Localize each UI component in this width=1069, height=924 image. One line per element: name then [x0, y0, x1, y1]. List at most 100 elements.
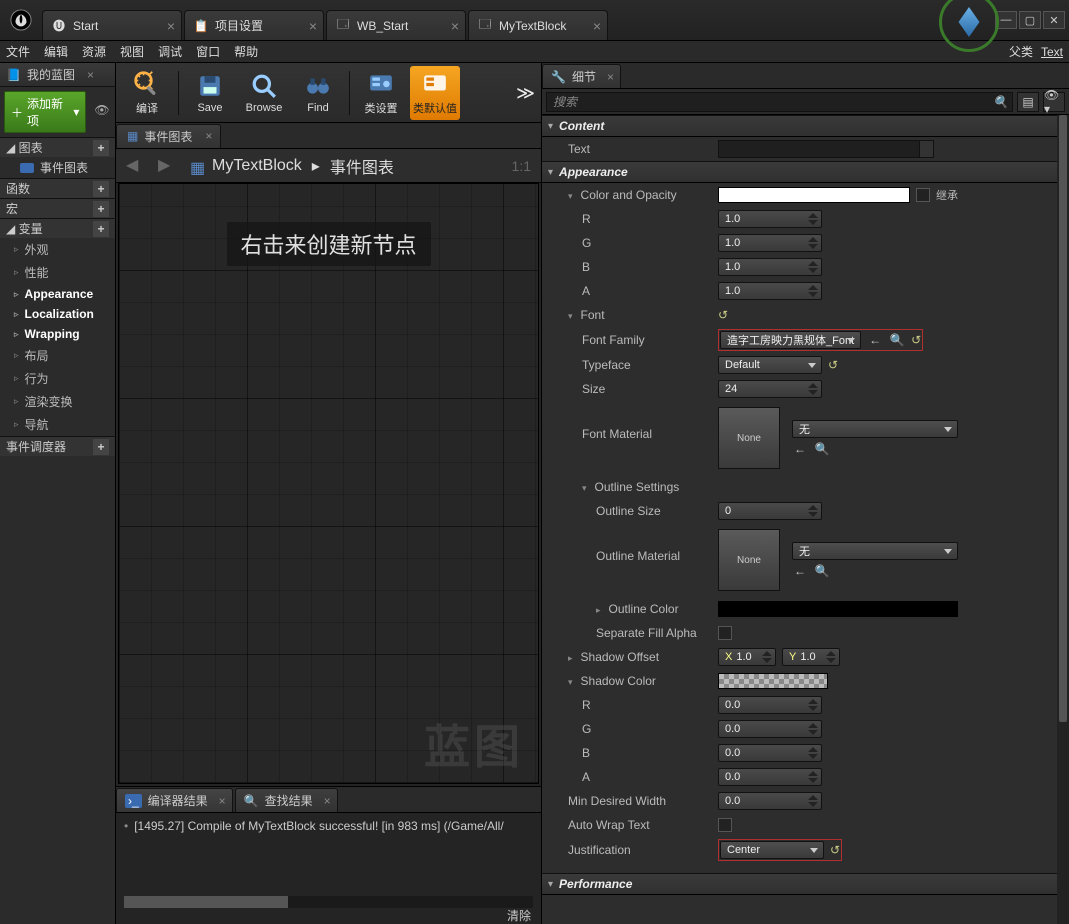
close-icon[interactable]: ×: [205, 129, 212, 143]
spinbox-r[interactable]: 1.0: [718, 210, 822, 228]
log-entry[interactable]: •[1495.27] Compile of MyTextBlock succes…: [124, 819, 533, 833]
tab-start[interactable]: 🅤 Start ×: [42, 10, 182, 40]
vertical-scrollbar[interactable]: [1057, 115, 1069, 924]
material-dropdown[interactable]: 无: [792, 542, 958, 560]
prop-label[interactable]: Font: [548, 308, 718, 322]
event-graph-canvas[interactable]: 右击来创建新节点 蓝图: [118, 183, 539, 784]
menu-asset[interactable]: 资源: [82, 43, 106, 60]
reset-icon[interactable]: ↺: [830, 843, 840, 857]
checkbox[interactable]: [718, 818, 732, 832]
maximize-button[interactable]: ▢: [1019, 11, 1041, 29]
var-item[interactable]: 性能: [0, 261, 115, 284]
prop-label[interactable]: Outline Settings: [548, 480, 718, 494]
category-macros[interactable]: 宏 +: [0, 198, 115, 218]
spinbox-size[interactable]: 24: [718, 380, 822, 398]
magnifier-icon[interactable]: 🔍: [814, 564, 830, 578]
spinbox-y[interactable]: Y1.0: [782, 648, 840, 666]
dropdown-arrow-icon[interactable]: [919, 141, 933, 157]
close-icon[interactable]: ×: [309, 18, 317, 34]
var-item[interactable]: Appearance: [0, 284, 115, 304]
scrollbar-thumb[interactable]: [1059, 115, 1067, 722]
menu-file[interactable]: 文件: [6, 43, 30, 60]
spinbox-b[interactable]: 1.0: [718, 258, 822, 276]
graph-tab-event-graph[interactable]: ▦ 事件图表 ×: [116, 124, 221, 148]
toolbar-overflow-button[interactable]: ≫: [516, 83, 535, 104]
var-item[interactable]: 布局: [0, 344, 115, 367]
find-button[interactable]: Find: [293, 66, 343, 120]
spinbox-g[interactable]: 1.0: [718, 234, 822, 252]
var-item[interactable]: 行为: [0, 367, 115, 390]
close-icon[interactable]: ×: [451, 18, 459, 34]
nav-forward-button[interactable]: ▶: [158, 155, 180, 177]
prop-label[interactable]: Outline Color: [548, 602, 718, 616]
material-thumbnail[interactable]: None: [718, 407, 780, 469]
prop-label[interactable]: Shadow Offset: [548, 650, 718, 664]
close-icon[interactable]: ×: [607, 70, 614, 84]
add-function-button[interactable]: +: [93, 181, 109, 197]
var-item[interactable]: Localization: [0, 304, 115, 324]
class-defaults-button[interactable]: 类默认值: [410, 66, 460, 120]
close-icon[interactable]: ×: [167, 18, 175, 34]
justification-dropdown[interactable]: Center: [720, 841, 824, 859]
category-graphs[interactable]: ◢ 图表 +: [0, 137, 115, 157]
color-swatch[interactable]: [718, 673, 828, 689]
compile-button[interactable]: 编译: [122, 66, 172, 120]
spinbox-min-width[interactable]: 0.0: [718, 792, 822, 810]
close-button[interactable]: ✕: [1043, 11, 1065, 29]
menu-help[interactable]: 帮助: [234, 43, 258, 60]
menu-view[interactable]: 视图: [120, 43, 144, 60]
text-input[interactable]: [718, 140, 934, 158]
close-icon[interactable]: ×: [87, 68, 94, 82]
class-settings-button[interactable]: 类设置: [356, 66, 406, 120]
reset-icon[interactable]: ↺: [718, 308, 728, 322]
spinbox-r[interactable]: 0.0: [718, 696, 822, 714]
close-icon[interactable]: ×: [324, 794, 331, 808]
tree-item-event-graph[interactable]: 事件图表: [0, 157, 115, 178]
crumb-leaf[interactable]: 事件图表: [330, 154, 394, 178]
nav-back-icon[interactable]: ←: [792, 564, 808, 578]
tab-project-settings[interactable]: 📋 项目设置 ×: [184, 10, 324, 40]
spinbox-b[interactable]: 0.0: [718, 744, 822, 762]
section-performance[interactable]: Performance: [542, 873, 1069, 895]
tab-wb-start[interactable]: 🗔 WB_Start ×: [326, 10, 466, 40]
prop-label[interactable]: Shadow Color: [548, 674, 718, 688]
spinbox-a[interactable]: 1.0: [718, 282, 822, 300]
section-content[interactable]: Content: [542, 115, 1069, 137]
var-item[interactable]: 渲染变换: [0, 390, 115, 413]
category-variables[interactable]: ◢ 变量 +: [0, 218, 115, 238]
parent-class-link[interactable]: Text: [1041, 45, 1063, 59]
add-variable-button[interactable]: +: [93, 221, 109, 237]
add-macro-button[interactable]: +: [93, 201, 109, 217]
nav-back-icon[interactable]: ←: [867, 333, 883, 347]
material-dropdown[interactable]: 无: [792, 420, 958, 438]
category-dispatchers[interactable]: 事件调度器 +: [0, 436, 115, 456]
var-item[interactable]: 外观: [0, 238, 115, 261]
spinbox-a[interactable]: 0.0: [718, 768, 822, 786]
menu-window[interactable]: 窗口: [196, 43, 220, 60]
tab-find-results[interactable]: 🔍 查找结果 ×: [235, 788, 338, 812]
spinbox-outline-size[interactable]: 0: [718, 502, 822, 520]
view-options-button[interactable]: 👁▾: [1043, 92, 1065, 112]
inherit-checkbox[interactable]: [916, 188, 930, 202]
typeface-dropdown[interactable]: Default: [718, 356, 822, 374]
prop-label[interactable]: Color and Opacity: [548, 188, 718, 202]
property-matrix-button[interactable]: ▤: [1017, 92, 1039, 112]
tab-compiler-results[interactable]: ›_ 编译器结果 ×: [116, 788, 233, 812]
material-thumbnail[interactable]: None: [718, 529, 780, 591]
nav-back-icon[interactable]: ←: [792, 442, 808, 456]
close-icon[interactable]: ×: [593, 18, 601, 34]
eye-icon[interactable]: 👁: [94, 103, 111, 121]
category-functions[interactable]: 函数 +: [0, 178, 115, 198]
horizontal-scrollbar[interactable]: [124, 896, 533, 908]
checkbox[interactable]: [718, 626, 732, 640]
spinbox-g[interactable]: 0.0: [718, 720, 822, 738]
menu-debug[interactable]: 调试: [158, 43, 182, 60]
save-button[interactable]: Save: [185, 66, 235, 120]
var-item[interactable]: Wrapping: [0, 324, 115, 344]
font-family-dropdown[interactable]: 造字工房映力黑规体_Font: [720, 331, 861, 349]
var-item[interactable]: 导航: [0, 413, 115, 436]
browse-button[interactable]: Browse: [239, 66, 289, 120]
close-icon[interactable]: ×: [219, 794, 226, 808]
spinbox-x[interactable]: X1.0: [718, 648, 776, 666]
clear-button[interactable]: 清除: [507, 907, 531, 924]
